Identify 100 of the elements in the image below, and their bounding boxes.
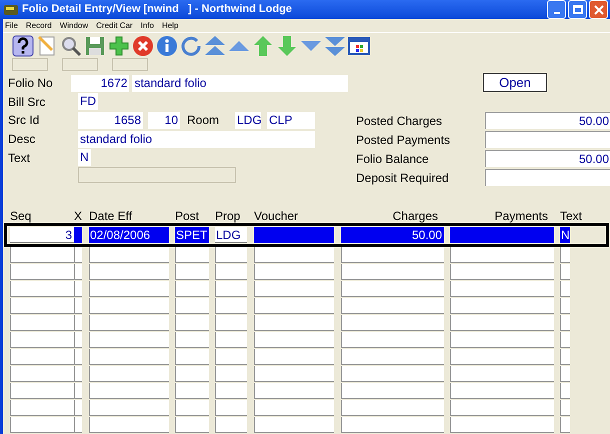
table-cell <box>560 298 570 314</box>
table-cell <box>215 417 247 433</box>
table-cell <box>10 417 74 433</box>
menu-item[interactable]: File <box>5 20 18 32</box>
folio-name-field[interactable]: standard folio <box>132 74 348 92</box>
bill-source-field[interactable]: FD <box>78 93 98 110</box>
menu-item[interactable]: Help <box>162 20 178 32</box>
minimize-button[interactable] <box>547 0 566 19</box>
table-cell <box>215 264 247 280</box>
info-icon[interactable] <box>155 34 179 58</box>
window-title: Folio Detail Entry/View [nwind ] - Northwind Lodge <box>22 2 292 18</box>
table-cell <box>175 281 209 297</box>
table-cell <box>10 264 74 280</box>
column-header: Prop <box>215 208 240 225</box>
close-button[interactable] <box>589 0 608 19</box>
table-cell <box>175 383 209 399</box>
table-cell <box>10 315 74 331</box>
folio-number-field[interactable]: 1672 <box>70 74 130 92</box>
table-cell <box>215 332 247 348</box>
column-header: Voucher <box>254 208 298 225</box>
field-label: Text <box>8 150 32 166</box>
table-cell <box>560 332 570 348</box>
field-label: Folio No <box>8 75 54 92</box>
plus-icon[interactable] <box>107 34 131 58</box>
app-icon <box>4 4 18 14</box>
table-cell <box>560 281 570 297</box>
room-code-field[interactable]: LDG <box>235 112 261 128</box>
column-header: Text <box>560 208 582 225</box>
table-cell <box>215 315 247 331</box>
table-cell <box>560 383 570 399</box>
table-cell <box>175 298 209 314</box>
table-cell <box>10 383 74 399</box>
status-field <box>62 58 98 71</box>
table-cell <box>175 315 209 331</box>
table-cell <box>560 315 570 331</box>
description-field[interactable]: standard folio <box>78 130 315 148</box>
table-cell <box>560 349 570 365</box>
table-cell <box>175 366 209 382</box>
table-cell <box>215 349 247 365</box>
table-cell <box>175 400 209 416</box>
table-cell <box>560 417 570 433</box>
table-cell <box>215 298 247 314</box>
table-cell <box>175 349 209 365</box>
table-cell <box>10 332 74 348</box>
table-cell <box>10 400 74 416</box>
table-cell: SPET <box>175 227 209 243</box>
table-cell <box>560 264 570 280</box>
table-cell <box>215 281 247 297</box>
table-cell <box>10 281 74 297</box>
table-cell: LDG <box>215 227 247 243</box>
table-cell <box>10 349 74 365</box>
column-header: Seq <box>10 208 32 225</box>
help-icon[interactable] <box>11 34 35 58</box>
table-cell <box>215 366 247 382</box>
table-cell: 3 <box>10 227 74 243</box>
field-label: Bill Src <box>8 94 46 110</box>
summary-label: Deposit Required <box>355 170 450 186</box>
menu-item[interactable]: Window <box>60 20 88 32</box>
table-cell <box>175 264 209 280</box>
table-cell <box>215 400 247 416</box>
menu-item[interactable]: Credit Car <box>96 20 133 32</box>
table-cell <box>560 400 570 416</box>
table-cell: 02/08/2006 <box>89 227 169 243</box>
table-cell <box>175 247 209 263</box>
table-cell <box>10 298 74 314</box>
double-up-arrow-icon[interactable] <box>203 34 227 58</box>
source-sub-field[interactable]: 10 <box>148 112 180 128</box>
memo-field[interactable] <box>78 167 236 183</box>
table-cell <box>215 383 247 399</box>
summary-field: 50.00 <box>485 112 610 129</box>
maximize-button[interactable] <box>568 0 587 19</box>
field-label: Src Id <box>8 112 40 129</box>
field-label: Desc <box>8 131 36 148</box>
menu-item[interactable]: Info <box>140 20 154 32</box>
table-cell: 50.00 <box>341 227 444 243</box>
menu-item[interactable]: Record <box>26 20 52 32</box>
field-label: Room <box>187 112 220 129</box>
table-cell <box>175 417 209 433</box>
source-id-field[interactable]: 1658 <box>78 112 143 128</box>
table-cell <box>10 366 74 382</box>
summary-label: Posted Payments <box>355 132 452 148</box>
close-icon <box>594 4 604 14</box>
column-header: Post <box>175 208 200 225</box>
table-cell <box>560 366 570 382</box>
text-flag-field[interactable]: N <box>78 149 91 166</box>
table-cell <box>560 247 570 263</box>
table-cell <box>175 332 209 348</box>
delete-icon[interactable] <box>131 34 155 58</box>
column-header: Payments <box>494 208 548 225</box>
room-type-field[interactable]: CLP <box>267 112 315 128</box>
table-cell: N <box>560 227 570 243</box>
summary-field: 50.00 <box>485 150 610 167</box>
summary-label: Folio Balance <box>355 150 430 168</box>
table-row[interactable]: 3 02/08/2006 SPET LDG 50.00 N <box>4 223 609 247</box>
open-button[interactable]: Open <box>483 73 547 92</box>
status-field <box>112 58 148 71</box>
column-header: Charges <box>392 208 438 225</box>
status-field <box>12 58 48 71</box>
table-cell <box>215 247 247 263</box>
summary-label: Posted Charges <box>355 112 444 130</box>
